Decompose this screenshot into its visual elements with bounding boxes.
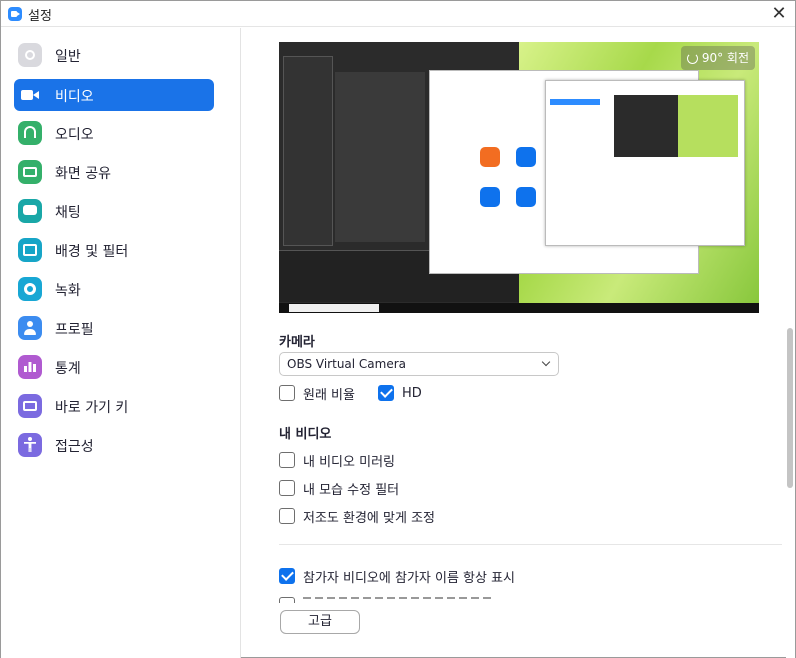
preview-taskbar-search	[289, 304, 379, 312]
preview-new-meeting-icon	[480, 147, 500, 167]
settings-sidebar: 일반 비디오 오디오 화면 공유 채팅 배경 및 필터 녹화 프로필 통계 바로…	[1, 28, 241, 658]
sidebar-item-screen-share[interactable]: 화면 공유	[14, 156, 214, 188]
mirror-video-checkbox[interactable]	[279, 452, 295, 468]
record-icon	[18, 277, 42, 301]
scrollbar-thumb[interactable]	[787, 328, 793, 488]
sidebar-item-recording[interactable]: 녹화	[14, 273, 214, 305]
preview-schedule-icon	[480, 187, 500, 207]
content-scrollbar[interactable]	[786, 28, 795, 658]
sidebar-item-profile[interactable]: 프로필	[14, 312, 214, 344]
screen-share-icon	[18, 160, 42, 184]
preview-join-icon	[516, 147, 536, 167]
low-light-checkbox[interactable]	[279, 508, 295, 524]
sidebar-item-label: 화면 공유	[55, 166, 111, 182]
camera-select[interactable]: OBS Virtual Camera	[279, 352, 559, 376]
hd-option[interactable]: HD	[378, 384, 422, 402]
gear-icon	[18, 43, 42, 67]
sidebar-item-video[interactable]: 비디오	[14, 79, 214, 111]
always-show-names-checkbox[interactable]	[279, 568, 295, 584]
sidebar-item-label: 일반	[55, 49, 81, 65]
chevron-down-icon	[541, 357, 551, 367]
rotate-90-button[interactable]: 90° 회전	[680, 46, 755, 70]
preview-share-icon	[516, 187, 536, 207]
original-ratio-option[interactable]: 원래 비율	[279, 384, 355, 403]
low-light-label: 저조도 환경에 맞게 조정	[303, 510, 435, 526]
preview-zoom-settings-window	[545, 80, 745, 246]
touch-up-checkbox[interactable]	[279, 480, 295, 496]
sidebar-item-label: 통계	[55, 361, 81, 377]
sidebar-item-audio[interactable]: 오디오	[14, 117, 214, 149]
low-light-option[interactable]: 저조도 환경에 맞게 조정	[279, 507, 435, 526]
sidebar-item-label: 오디오	[55, 127, 94, 143]
partially-hidden-option	[279, 597, 499, 603]
camera-heading: 카메라	[279, 335, 315, 350]
keyboard-icon	[18, 394, 42, 418]
advanced-button[interactable]: 고급	[280, 610, 360, 634]
sidebar-item-statistics[interactable]: 통계	[14, 351, 214, 383]
section-divider	[279, 544, 782, 545]
headphones-icon	[18, 121, 42, 145]
accessibility-icon	[18, 433, 42, 457]
sidebar-item-accessibility[interactable]: 접근성	[14, 429, 214, 461]
mirror-video-label: 내 비디오 미러링	[303, 454, 395, 470]
hidden-option-label	[303, 597, 493, 599]
window-title: 설정	[28, 9, 52, 24]
sidebar-item-label: 비디오	[55, 89, 94, 105]
hd-label: HD	[402, 385, 422, 401]
sidebar-item-background-filters[interactable]: 배경 및 필터	[14, 234, 214, 266]
always-show-names-option[interactable]: 참가자 비디오에 참가자 이름 항상 표시	[279, 567, 516, 586]
hidden-option-checkbox[interactable]	[279, 597, 295, 603]
preview-obs-panel	[335, 72, 425, 242]
preview-obs-panel	[283, 56, 333, 246]
video-camera-icon	[18, 83, 42, 107]
touch-up-option[interactable]: 내 모습 수정 필터	[279, 479, 400, 498]
preview-mini-preview	[614, 95, 738, 157]
profile-icon	[18, 316, 42, 340]
close-button[interactable]: ✕	[769, 4, 789, 24]
preview-mini-sidebar	[550, 99, 600, 105]
statistics-icon	[18, 355, 42, 379]
background-icon	[18, 238, 42, 262]
hd-checkbox[interactable]	[378, 385, 394, 401]
rotate-icon	[686, 52, 698, 64]
rotate-label: 90° 회전	[701, 51, 749, 65]
my-video-heading: 내 비디오	[279, 427, 332, 442]
title-bar: 설정 ✕	[1, 1, 795, 27]
sidebar-item-label: 프로필	[55, 322, 94, 338]
sidebar-item-keyboard-shortcuts[interactable]: 바로 가기 키	[14, 390, 214, 422]
sidebar-item-label: 채팅	[55, 205, 81, 221]
sidebar-item-general[interactable]: 일반	[14, 39, 214, 71]
sidebar-item-label: 배경 및 필터	[55, 244, 129, 260]
preview-taskbar	[279, 303, 759, 313]
original-ratio-label: 원래 비율	[303, 387, 355, 403]
sidebar-item-chat[interactable]: 채팅	[14, 195, 214, 227]
chat-bubble-icon	[18, 199, 42, 223]
sidebar-item-label: 바로 가기 키	[55, 400, 129, 416]
mirror-video-option[interactable]: 내 비디오 미러링	[279, 451, 395, 470]
always-show-names-label: 참가자 비디오에 참가자 이름 항상 표시	[303, 570, 516, 586]
touch-up-label: 내 모습 수정 필터	[303, 482, 400, 498]
sidebar-item-label: 녹화	[55, 283, 81, 299]
original-ratio-checkbox[interactable]	[279, 385, 295, 401]
zoom-app-icon	[8, 7, 22, 21]
settings-window: 설정 ✕ 일반 비디오 오디오 화면 공유 채팅 배경 및 필터 녹화 프로필 …	[0, 0, 796, 658]
video-settings-panel: 90° 회전 카메라 OBS Virtual Camera 원래 비율 HD 내…	[242, 28, 795, 658]
camera-select-value: OBS Virtual Camera	[287, 357, 407, 371]
camera-preview: 90° 회전	[279, 42, 759, 313]
sidebar-item-label: 접근성	[55, 439, 94, 455]
